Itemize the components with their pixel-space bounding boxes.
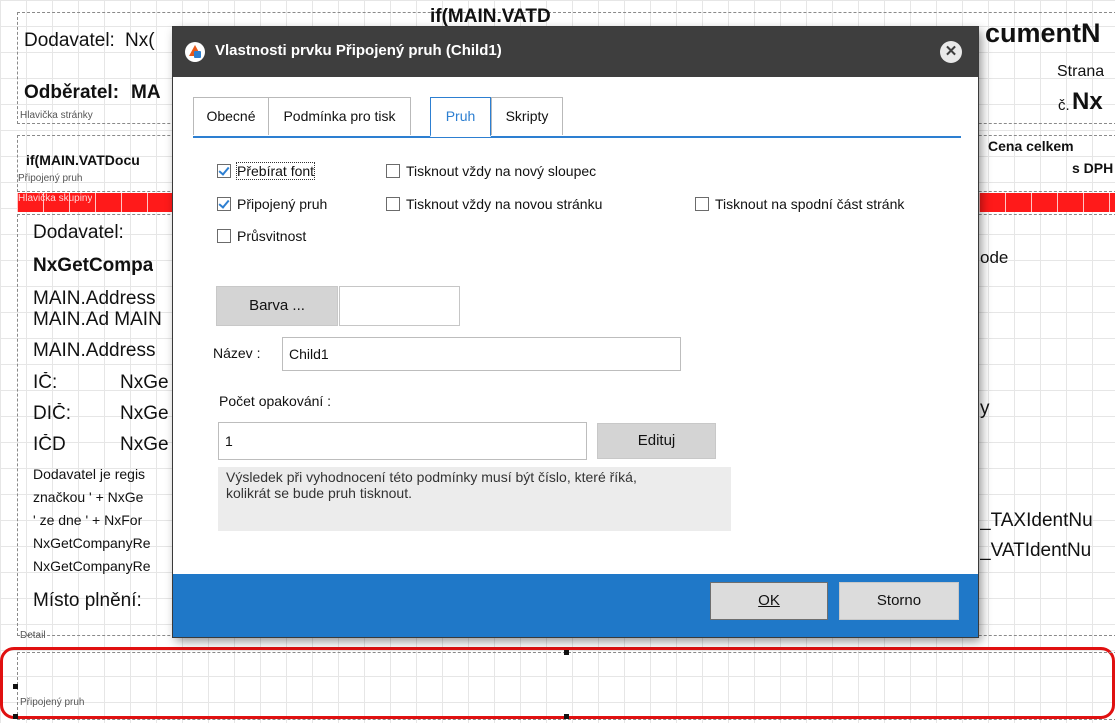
ok-button[interactable]: OK <box>710 582 828 620</box>
band-properties-dialog: Vlastnosti prvku Připojený pruh (Child1)… <box>173 27 978 637</box>
pripojeny-pruh-label: Připojený pruh <box>237 196 328 212</box>
edit-button-label: Edituj <box>637 432 676 449</box>
bottom-band-caption: Připojený pruh <box>20 697 85 708</box>
edit-button[interactable]: Edituj <box>597 423 716 459</box>
name-label: Název : <box>213 345 261 361</box>
right-line-2[interactable]: y <box>980 398 990 420</box>
group-header-caption: Hlavička skupiny <box>18 193 93 204</box>
right-line-1[interactable]: ode <box>980 248 1008 268</box>
supplier-value[interactable]: Nx( <box>125 30 155 52</box>
color-button[interactable]: Barva ... <box>216 286 338 326</box>
document-title[interactable]: cumentN <box>985 18 1101 49</box>
dic-value[interactable]: NxGe <box>120 403 169 425</box>
repeat-count-input[interactable]: 1 <box>218 422 587 460</box>
storno-button-label: Storno <box>876 592 922 609</box>
ic-label[interactable]: IČ: <box>33 372 57 394</box>
prebirat-font-checkbox[interactable] <box>217 164 231 178</box>
body-line-5[interactable]: MAIN.Address <box>33 340 155 362</box>
vat-doc-expression[interactable]: if(MAIN.VATDocu <box>26 152 140 168</box>
close-icon[interactable]: ✕ <box>940 41 962 63</box>
prusvitnost-checkbox[interactable] <box>217 229 231 243</box>
dialog-footer: OK Storno <box>173 574 978 637</box>
resize-handle-left[interactable] <box>13 684 18 689</box>
body-line-11[interactable]: ' ze dne ' + NxFor <box>33 512 142 528</box>
storno-button[interactable]: Storno <box>839 582 959 620</box>
novy-sloupec-checkbox[interactable] <box>386 164 400 178</box>
prusvitnost-label: Průsvitnost <box>237 228 307 244</box>
total-price-header-1[interactable]: Cena celkem <box>988 138 1074 154</box>
total-price-header-2[interactable]: s DPH <box>1072 160 1113 176</box>
header-mid-expression[interactable]: if(MAIN.VATD <box>430 6 551 26</box>
repeat-count-hint-text: Výsledek při vyhodnocení této podmínky m… <box>226 469 637 501</box>
body-line-12[interactable]: NxGetCompanyRe <box>33 535 151 551</box>
tab-pruh[interactable]: Pruh <box>430 97 491 137</box>
repeat-count-hint: Výsledek při vyhodnocení této podmínky m… <box>218 467 731 531</box>
repeat-count-label: Počet opakování : <box>219 393 332 409</box>
dic-label[interactable]: DIČ: <box>33 403 71 425</box>
ok-button-label: OK <box>758 592 780 609</box>
pripojeny-pruh-checkbox[interactable] <box>217 197 231 211</box>
body-line-1[interactable]: Dodavatel: <box>33 222 124 244</box>
place-of-supply-label[interactable]: Místo plnění: <box>33 590 142 612</box>
page-label[interactable]: Strana <box>1057 63 1104 81</box>
spodni-cast-option[interactable]: Tisknout na spodní část stránk <box>695 194 958 214</box>
name-input[interactable]: Child1 <box>282 337 681 371</box>
bottom-attached-band[interactable] <box>17 652 1115 720</box>
body-line-9[interactable]: Dodavatel je regis <box>33 466 145 482</box>
prebirat-font-label: Přebírat font <box>235 162 316 180</box>
color-swatch[interactable] <box>339 286 460 326</box>
nova-stranka-label: Tisknout vždy na novou stránku <box>406 196 603 212</box>
right-line-4[interactable]: _VATIdentNu <box>980 540 1091 562</box>
novy-sloupec-option[interactable]: Tisknout vždy na nový sloupec <box>386 161 596 181</box>
detail-caption: Detail <box>20 630 46 641</box>
customer-label[interactable]: Odběratel: <box>24 82 119 104</box>
body-line-4[interactable]: MAIN.Ad MAIN <box>33 309 162 331</box>
spodni-cast-checkbox[interactable] <box>695 197 709 211</box>
ic-value[interactable]: NxGe <box>120 372 169 394</box>
prusvitnost-option[interactable]: Průsvitnost <box>217 226 306 246</box>
resize-handle-top[interactable] <box>564 650 569 655</box>
customer-value[interactable]: MA <box>131 82 161 104</box>
body-line-3[interactable]: MAIN.Address <box>33 288 155 310</box>
number-value[interactable]: Nx <box>1072 88 1103 116</box>
tab-podminka-pro-tisk[interactable]: Podmínka pro tisk <box>268 97 411 135</box>
icd-value[interactable]: NxGe <box>120 434 169 456</box>
novy-sloupec-label: Tisknout vždy na nový sloupec <box>406 163 597 179</box>
resize-handle-corner[interactable] <box>13 714 18 719</box>
spodni-cast-label: Tisknout na spodní část stránk <box>715 196 905 212</box>
dialog-title: Vlastnosti prvku Připojený pruh (Child1) <box>215 42 502 59</box>
resize-handle-bottom[interactable] <box>564 714 569 719</box>
tab-obecne[interactable]: Obecné <box>193 97 269 135</box>
pripojeny-pruh-option[interactable]: Připojený pruh <box>217 194 327 214</box>
tab-skripty[interactable]: Skripty <box>491 97 563 135</box>
app-logo-icon <box>185 42 205 62</box>
right-line-3[interactable]: _TAXIdentNu <box>980 510 1093 532</box>
number-label[interactable]: č. <box>1058 97 1070 114</box>
color-button-label: Barva ... <box>249 297 305 314</box>
body-line-10[interactable]: značkou ' + NxGe <box>33 489 143 505</box>
body-line-13[interactable]: NxGetCompanyRe <box>33 558 151 574</box>
prebirat-font-option[interactable]: Přebírat font <box>217 161 316 181</box>
body-line-2[interactable]: NxGetCompa <box>33 255 153 277</box>
supplier-label[interactable]: Dodavatel: <box>24 30 115 52</box>
page-header-caption: Hlavička stránky <box>20 110 93 121</box>
icd-label[interactable]: IČD <box>33 434 66 456</box>
dialog-titlebar[interactable]: Vlastnosti prvku Připojený pruh (Child1)… <box>173 27 978 77</box>
nova-stranka-checkbox[interactable] <box>386 197 400 211</box>
nova-stranka-option[interactable]: Tisknout vždy na novou stránku <box>386 194 602 214</box>
attached-band-caption: Připojený pruh <box>18 173 83 184</box>
tab-strip: Obecné Podmínka pro tisk Pruh Skripty <box>193 97 961 138</box>
